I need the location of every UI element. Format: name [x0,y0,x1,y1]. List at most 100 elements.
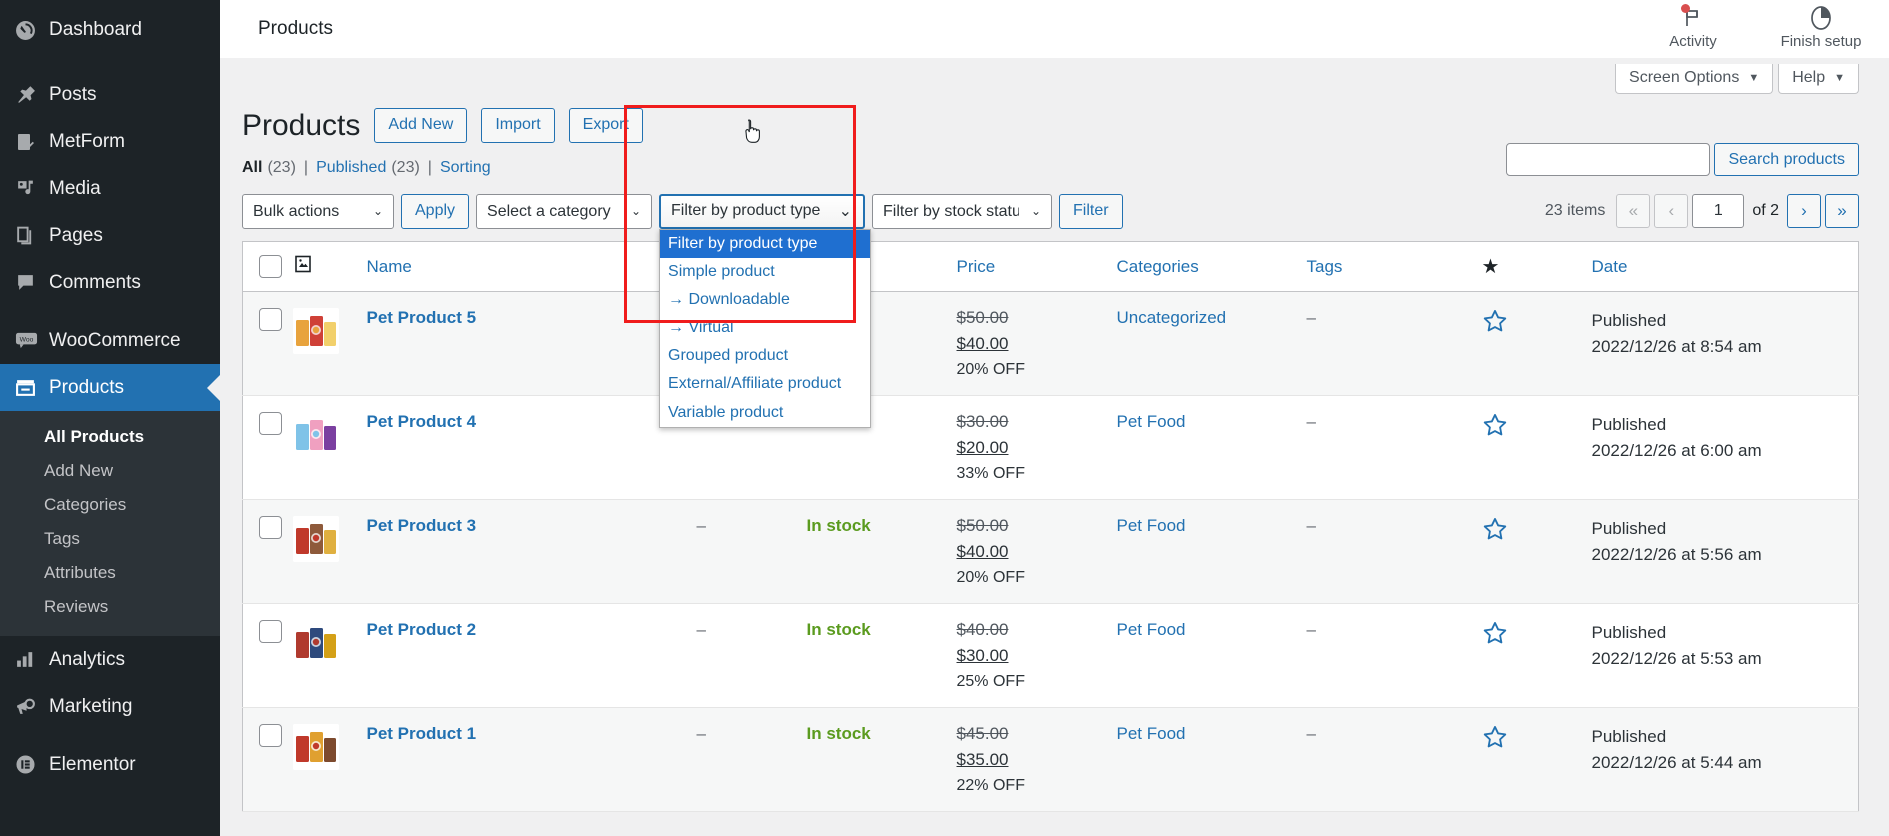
post-status: Published [1591,311,1667,330]
form-icon [15,132,49,152]
activity-button[interactable]: Activity [1655,0,1731,50]
categories-header: Categories [1116,241,1307,292]
name-header[interactable]: Name [366,241,697,292]
dropdown-option[interactable]: Simple product [660,258,870,286]
dropdown-option[interactable]: Filter by product type [660,229,871,258]
product-tags: – [1306,412,1316,431]
submenu-item-attributes[interactable]: Attributes [0,556,220,590]
filter-button[interactable]: Filter [1059,193,1123,229]
sidebar-item-elementor[interactable]: Elementor [0,741,220,788]
last-page-button[interactable]: » [1825,194,1859,228]
current-page-input[interactable] [1692,194,1745,228]
tags-header: Tags [1306,241,1482,292]
product-name-link[interactable]: Pet Product 5 [367,308,477,327]
category-link[interactable]: Pet Food [1117,412,1186,431]
stock-status-select-wrap: Filter by stock status ⌄ [872,193,1053,229]
marketing-icon [15,696,49,717]
product-name-link[interactable]: Pet Product 4 [367,412,477,431]
first-page-button[interactable]: « [1616,194,1651,228]
sidebar-item-analytics[interactable]: Analytics [0,636,220,683]
select-all-checkbox[interactable] [259,255,282,278]
sidebar-item-metform[interactable]: MetForm [0,118,220,165]
dropdown-option[interactable]: → Virtual [660,314,870,342]
import-button[interactable]: Import [481,108,555,143]
submenu-item-all-products[interactable]: All Products [0,420,220,454]
bulk-actions-select[interactable]: Bulk actions [242,193,394,229]
dropdown-option[interactable]: Grouped product [660,342,870,370]
product-thumbnail[interactable] [292,620,339,666]
product-name-cell: Pet Product 1 [366,707,697,812]
row-checkbox[interactable] [259,724,282,747]
stock-status-filter-select[interactable]: Filter by stock status [872,193,1053,229]
sidebar-separator [0,306,220,317]
star-outline-icon[interactable] [1482,726,1508,754]
submenu-item-categories[interactable]: Categories [0,488,220,522]
prev-page-button[interactable]: ‹ [1654,194,1689,228]
sidebar-label: Analytics [49,648,126,670]
product-type-dropdown-list[interactable]: Filter by product type Simple product → … [659,228,872,428]
search-input[interactable] [1506,143,1711,176]
screen-meta-links: Screen Options ▼ Help ▼ [220,58,1889,102]
category-link[interactable]: Pet Food [1117,724,1186,743]
product-tags-cell: – [1306,499,1482,604]
date-header[interactable]: Date [1591,241,1859,292]
sidebar-label: Posts [49,83,97,105]
product-name-link[interactable]: Pet Product 1 [367,724,477,743]
product-name-link[interactable]: Pet Product 2 [367,620,477,639]
sale-price: $35.00 [956,750,1009,769]
view-all[interactable]: All [242,159,262,177]
star-outline-icon[interactable] [1482,622,1508,650]
export-button[interactable]: Export [568,108,643,143]
sidebar-item-marketing[interactable]: Marketing [0,683,220,730]
sidebar-item-comments[interactable]: Comments [0,259,220,306]
product-tags: – [1306,620,1316,639]
submenu-item-reviews[interactable]: Reviews [0,590,220,624]
row-checkbox[interactable] [259,620,282,643]
product-name-cell: Pet Product 2 [366,603,697,708]
star-outline-icon[interactable] [1482,414,1508,442]
product-thumbnail[interactable] [292,412,339,458]
apply-button[interactable]: Apply [401,193,470,229]
product-sku: – [696,724,706,743]
discount-label: 25% OFF [956,673,1025,690]
category-link[interactable]: Pet Food [1117,620,1186,639]
view-published[interactable]: Published [316,159,386,177]
screen-options-tab[interactable]: Screen Options ▼ [1615,64,1774,94]
product-sku: – [696,516,706,535]
category-filter-select[interactable]: Select a category [476,193,653,229]
product-price-cell: $45.00 $35.00 22% OFF [956,707,1117,812]
sidebar-item-media[interactable]: Media [0,165,220,212]
row-checkbox[interactable] [259,412,282,435]
finish-setup-button[interactable]: Finish setup [1781,0,1861,50]
dropdown-option[interactable]: Variable product [660,399,870,427]
row-checkbox[interactable] [259,516,282,539]
price-header[interactable]: Price [956,241,1117,292]
star-outline-icon[interactable] [1482,518,1508,546]
sidebar-item-dashboard[interactable]: Dashboard [0,0,220,60]
dropdown-option[interactable]: External/Affiliate product [660,370,870,398]
product-type-select[interactable]: Filter by product type ⌄ [659,193,866,229]
category-link[interactable]: Uncategorized [1117,308,1227,327]
view-sorting[interactable]: Sorting [440,159,491,177]
sidebar-item-products[interactable]: Products [0,364,220,411]
product-categories-cell: Uncategorized [1116,291,1307,396]
view-all-count: (23) [267,159,296,176]
items-count: 23 items [1544,202,1606,219]
product-thumbnail[interactable] [292,724,339,770]
product-name-link[interactable]: Pet Product 3 [367,516,477,535]
sidebar-item-woocommerce[interactable]: Woo WooCommerce [0,317,220,364]
submenu-item-tags[interactable]: Tags [0,522,220,556]
help-tab[interactable]: Help ▼ [1778,64,1859,94]
sidebar-item-posts[interactable]: Posts [0,71,220,118]
product-thumbnail[interactable] [292,516,339,562]
row-checkbox[interactable] [259,308,282,331]
product-thumbnail[interactable] [292,308,339,354]
sidebar-item-pages[interactable]: Pages [0,212,220,259]
dropdown-option[interactable]: → Downloadable [660,286,870,314]
add-new-button[interactable]: Add New [374,108,468,143]
star-outline-icon[interactable] [1482,310,1508,338]
category-link[interactable]: Pet Food [1117,516,1186,535]
submenu-item-add-new[interactable]: Add New [0,454,220,488]
search-products-button[interactable]: Search products [1714,143,1859,176]
next-page-button[interactable]: › [1787,194,1821,228]
